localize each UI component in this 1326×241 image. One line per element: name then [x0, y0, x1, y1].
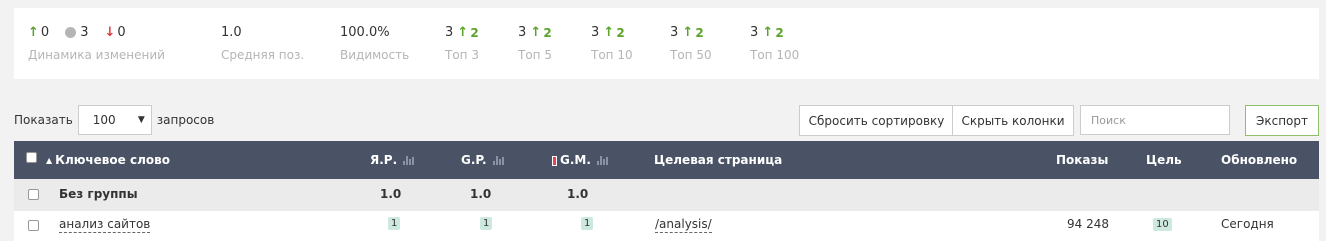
group-gr: 1.0 [470, 187, 492, 201]
top5-label: Топ 5 [518, 48, 552, 62]
goal-badge[interactable]: 10 [1153, 218, 1172, 231]
avg-pos-label: Средняя поз. [221, 48, 305, 62]
top100-value: 3 [750, 25, 759, 40]
column-target[interactable]: Целевая страница [654, 153, 782, 167]
table-row: анализ сайтов 1 1 1 /analysis/ 94 248 10… [14, 211, 1319, 241]
keyword-link[interactable]: анализ сайтов [59, 217, 151, 233]
dynamics-label: Динамика изменений [28, 48, 165, 62]
chevron-down-icon: ▼ [137, 115, 145, 125]
top3-value: 3 [445, 25, 454, 40]
group-yr: 1.0 [380, 187, 402, 201]
column-gr-label: G.P. [461, 153, 487, 167]
group-gm: 1.0 [567, 187, 589, 201]
arrow-up-icon: ↑ [457, 25, 469, 40]
top5-delta: 2 [543, 25, 552, 40]
sort-up-icon: ▲ [46, 156, 53, 165]
chart-icon[interactable] [403, 156, 415, 165]
page-size-value: 100 [92, 113, 116, 127]
gr-position-badge[interactable]: 1 [480, 217, 493, 230]
target-page-link[interactable]: /analysis/ [655, 217, 712, 233]
neutral-dot-icon [65, 27, 77, 38]
top10-delta: 2 [616, 25, 625, 40]
column-gm-label: G.M. [560, 153, 591, 167]
export-button[interactable]: Экспорт [1245, 105, 1319, 136]
arrow-up-icon: ↑ [28, 25, 39, 40]
arrow-up-icon: ↑ [603, 25, 615, 40]
chart-icon[interactable] [596, 156, 608, 165]
group-name[interactable]: Без группы [59, 187, 138, 201]
reset-sort-button[interactable]: Сбросить сортировку [799, 105, 954, 136]
search-input[interactable] [1080, 105, 1230, 135]
arrow-down-icon: ↓ [104, 25, 116, 40]
visibility-label: Видимость [340, 48, 410, 62]
dynamics-down-count: 0 [117, 25, 126, 40]
top3-label: Топ 3 [445, 48, 479, 62]
column-gm[interactable]: G.M. [552, 153, 608, 167]
top100-delta: 2 [775, 25, 784, 40]
arrow-up-icon: ↑ [762, 25, 774, 40]
mobile-icon [552, 155, 557, 166]
group-row: Без группы 1.0 1.0 1.0 [14, 179, 1319, 211]
dynamics-up-count: 0 [40, 25, 50, 40]
column-gr[interactable]: G.P. [461, 153, 504, 167]
dynamics-neutral-count: 3 [80, 25, 89, 40]
column-yr-label: Я.Р. [370, 153, 398, 167]
row-checkbox[interactable] [28, 220, 39, 231]
top3-delta: 2 [470, 25, 479, 40]
table-header: ▲ Ключевое слово Я.Р. G.P. G.M. Целевая с… [14, 141, 1319, 179]
arrow-up-icon: ↑ [530, 25, 542, 40]
avg-pos-value: 1.0 [221, 25, 242, 40]
top5-value: 3 [518, 25, 527, 40]
top10-value: 3 [591, 25, 600, 40]
stats-panel: ↑ 0 3 ↓ 0 Динамика изменений 1.0 Средняя… [14, 8, 1319, 79]
top100-label: Топ 100 [750, 48, 800, 62]
impressions-value: 94 248 [1067, 217, 1109, 231]
top50-value: 3 [670, 25, 679, 40]
visibility-value: 100.0% [340, 25, 390, 40]
gm-position-badge[interactable]: 1 [581, 217, 594, 230]
yr-position-badge[interactable]: 1 [388, 217, 401, 230]
column-keyword-label: Ключевое слово [55, 153, 170, 167]
column-updated[interactable]: Обновлено [1221, 153, 1297, 167]
hide-columns-button[interactable]: Скрыть колонки [952, 105, 1074, 136]
column-yr[interactable]: Я.Р. [370, 153, 415, 167]
top10-label: Топ 10 [591, 48, 633, 62]
arrow-up-icon: ↑ [682, 25, 694, 40]
group-checkbox[interactable] [28, 189, 39, 200]
column-impressions[interactable]: Показы [1056, 153, 1108, 167]
chart-icon[interactable] [492, 156, 504, 165]
page-size-control: Показать 100 ▼ запросов [14, 105, 214, 135]
top50-delta: 2 [695, 25, 704, 40]
column-keyword[interactable]: ▲ Ключевое слово [46, 153, 170, 167]
select-all-checkbox[interactable] [26, 152, 37, 163]
page-size-select[interactable]: 100 ▼ [77, 105, 152, 135]
column-goal[interactable]: Цель [1146, 153, 1182, 167]
requests-label: запросов [156, 113, 215, 127]
updated-value: Сегодня [1221, 217, 1274, 231]
top50-label: Топ 50 [670, 48, 712, 62]
show-label: Показать [14, 113, 73, 127]
